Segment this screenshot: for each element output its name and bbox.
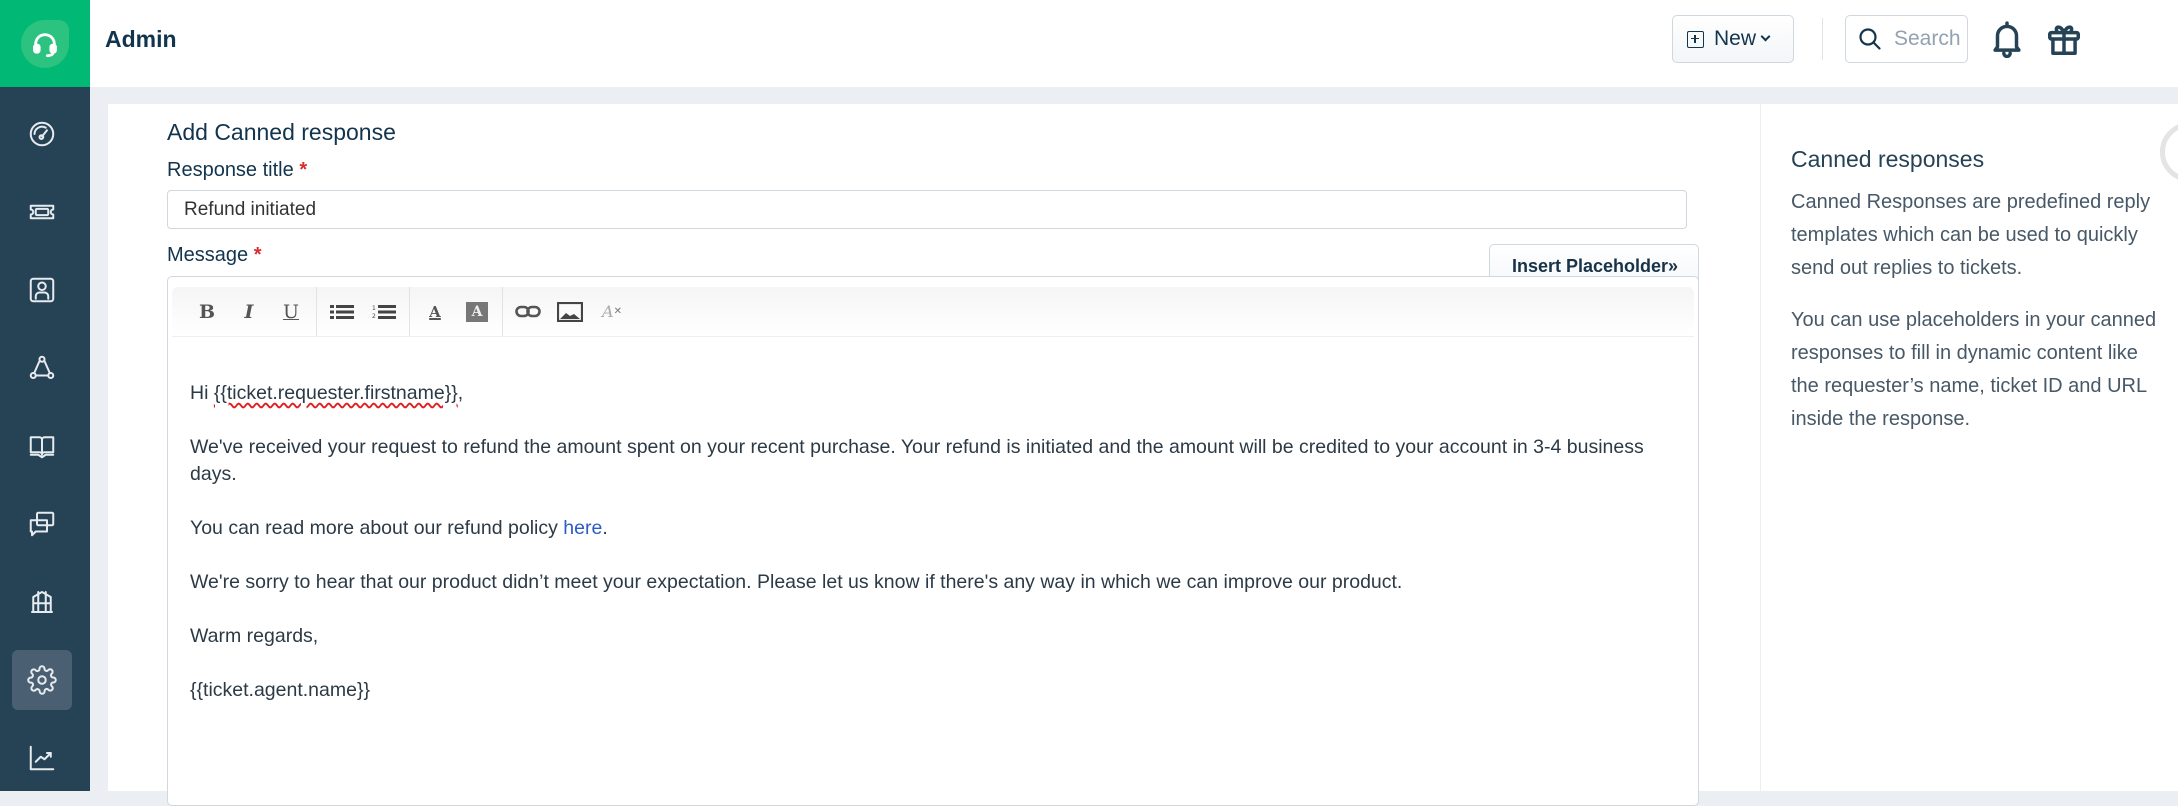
- toolbar-group-lists: 12: [317, 287, 410, 336]
- numbered-list-button[interactable]: 12: [363, 295, 405, 329]
- asset-icon: [31, 591, 53, 613]
- new-button[interactable]: New: [1672, 15, 1794, 63]
- message-body[interactable]: Hi {{ticket.requester.firstname}}, We've…: [190, 380, 1690, 731]
- gear-icon: [27, 665, 57, 695]
- help-title: Canned responses: [1791, 146, 1985, 172]
- required-asterisk: *: [299, 159, 308, 181]
- message-label-text: Message: [167, 244, 249, 266]
- background-color-button[interactable]: A: [456, 295, 498, 329]
- loading-spinner: [2160, 122, 2178, 182]
- requester-placeholder: {{ticket.requester.firstname}}: [213, 382, 458, 404]
- sidebar-item-reports[interactable]: [12, 728, 72, 788]
- agent-name-placeholder: {{ticket.agent.name}}: [190, 679, 370, 701]
- search-input[interactable]: Search: [1845, 15, 1968, 63]
- sidebar-item-admin[interactable]: [12, 650, 72, 710]
- bullet-list-button[interactable]: [321, 295, 363, 329]
- message-label: Message *: [167, 244, 262, 267]
- help-paragraph-2: You can use placeholders in your canned …: [1791, 309, 2157, 430]
- top-bar: Admin New Search: [90, 0, 2178, 87]
- help-divider: [1760, 104, 1761, 791]
- notifications-button[interactable]: [1988, 20, 2026, 59]
- greeting-suffix: ,: [457, 382, 464, 404]
- form-title: Add Canned response: [167, 119, 396, 145]
- response-title-label: Response title *: [167, 159, 307, 182]
- toolbar-group-colors: A A: [410, 287, 503, 336]
- svg-text:1: 1: [372, 305, 376, 312]
- response-title-input[interactable]: [167, 190, 1687, 229]
- bullet-list-icon: [330, 304, 354, 319]
- svg-text:2: 2: [372, 313, 376, 320]
- search-placeholder: Search: [1894, 27, 1961, 50]
- editor-toolbar: B I U 12 A A A ✕: [172, 287, 1694, 337]
- sidebar-item-dashboard[interactable]: [12, 104, 72, 164]
- clear-format-x: ✕: [613, 306, 622, 317]
- numbered-list-icon: 12: [372, 304, 396, 320]
- page-title: Admin: [105, 26, 177, 52]
- chart-icon: [29, 745, 55, 771]
- message-paragraph-1: We've received your request to refund th…: [190, 436, 1644, 485]
- underline-button[interactable]: U: [270, 295, 312, 329]
- message-paragraph-3: We're sorry to hear that our product did…: [190, 571, 1403, 593]
- italic-button[interactable]: I: [228, 295, 270, 329]
- chevron-down-icon: [1760, 31, 1771, 42]
- refund-policy-link[interactable]: here: [563, 517, 602, 539]
- sidebar-item-forums[interactable]: [12, 494, 72, 554]
- toolbar-group-format: B I U: [182, 287, 317, 336]
- gift-icon: [2048, 25, 2080, 55]
- text-color-button[interactable]: A: [414, 295, 456, 329]
- message-paragraph-2: You can read more about our refund polic…: [190, 515, 1690, 542]
- book-icon: [29, 436, 55, 459]
- new-button-label: New: [1714, 27, 1757, 50]
- response-title-label-text: Response title: [167, 159, 294, 181]
- policy-suffix: .: [602, 517, 608, 539]
- ticket-icon: [29, 204, 55, 220]
- sidebar-item-tickets[interactable]: [12, 182, 72, 242]
- headset-icon: [21, 19, 69, 68]
- sidebar-item-solutions[interactable]: [12, 416, 72, 476]
- sidebar-item-assets[interactable]: [12, 572, 72, 632]
- greeting-prefix: Hi: [190, 382, 214, 404]
- required-asterisk: *: [253, 244, 262, 266]
- clear-format-button[interactable]: A ✕: [591, 295, 633, 329]
- clear-format-icon: A: [602, 302, 614, 321]
- message-greeting: Hi {{ticket.requester.firstname}},: [190, 380, 1690, 407]
- search-icon: [1859, 28, 1881, 50]
- message-signoff: Warm regards,: [190, 625, 319, 647]
- sidebar-item-groups[interactable]: [12, 338, 72, 398]
- content-panel: Add Canned response Response title * Mes…: [108, 104, 2178, 806]
- image-icon: [557, 301, 583, 322]
- speedometer-icon: [29, 121, 55, 147]
- background-color-icon: A: [466, 301, 488, 322]
- gift-button[interactable]: [2045, 20, 2083, 58]
- header-divider: [1822, 18, 1823, 60]
- policy-text: You can read more about our refund polic…: [190, 517, 564, 539]
- plus-square-icon: [1687, 30, 1704, 48]
- brand-logo[interactable]: [0, 0, 90, 87]
- sidebar: [0, 0, 90, 791]
- contact-card-icon: [29, 277, 55, 303]
- message-editor[interactable]: B I U 12 A A A ✕ Hi {{ticket.requester.f…: [167, 276, 1699, 806]
- help-paragraph-1: Canned Responses are predefined reply te…: [1791, 191, 2151, 279]
- chat-bubbles-icon: [29, 511, 55, 537]
- image-button[interactable]: [549, 295, 591, 329]
- network-icon: [29, 355, 55, 379]
- sidebar-item-contacts[interactable]: [12, 260, 72, 320]
- bell-icon: [1993, 21, 2021, 59]
- link-button[interactable]: [507, 295, 549, 329]
- bold-button[interactable]: B: [186, 295, 228, 329]
- link-icon: [515, 305, 541, 317]
- toolbar-group-insert: A ✕: [503, 287, 637, 336]
